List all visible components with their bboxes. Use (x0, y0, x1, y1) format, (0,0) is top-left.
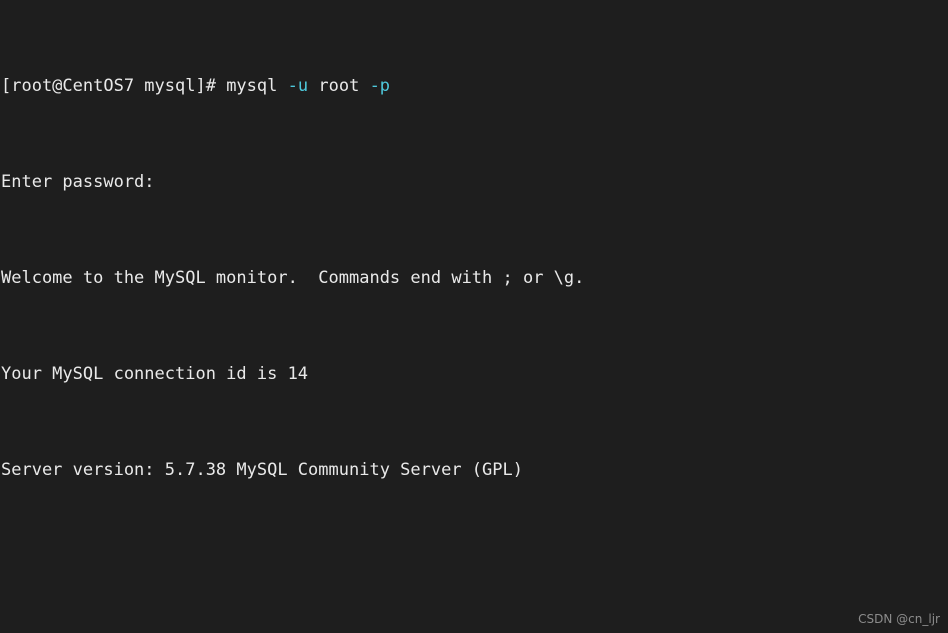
connection-id-line: Your MySQL connection id is 14 (1, 364, 309, 384)
password-prompt-line: Enter password: (1, 172, 155, 192)
flag-user-value: root (318, 76, 360, 96)
flag-user: -u (287, 76, 309, 96)
command-line-mysql-login: [root@CentOS7 mysql]# mysql -u root -p (0, 74, 948, 98)
command-separator-1 (216, 76, 226, 96)
shell-prompt: [root@CentOS7 mysql]# (1, 76, 216, 96)
command-separator-3 (308, 76, 318, 96)
flag-password: -p (369, 76, 391, 96)
command-name: mysql (226, 76, 278, 96)
server-version-line: Server version: 5.7.38 MySQL Community S… (1, 460, 523, 480)
terminal-window[interactable]: [root@CentOS7 mysql]# mysql -u root -p E… (0, 0, 948, 633)
terminal-screen[interactable]: [root@CentOS7 mysql]# mysql -u root -p E… (0, 2, 948, 633)
command-separator-2 (277, 76, 287, 96)
watermark-label: CSDN @cn_ljr (858, 612, 940, 626)
command-separator-4 (359, 76, 369, 96)
welcome-banner-line: Welcome to the MySQL monitor. Commands e… (1, 268, 585, 288)
